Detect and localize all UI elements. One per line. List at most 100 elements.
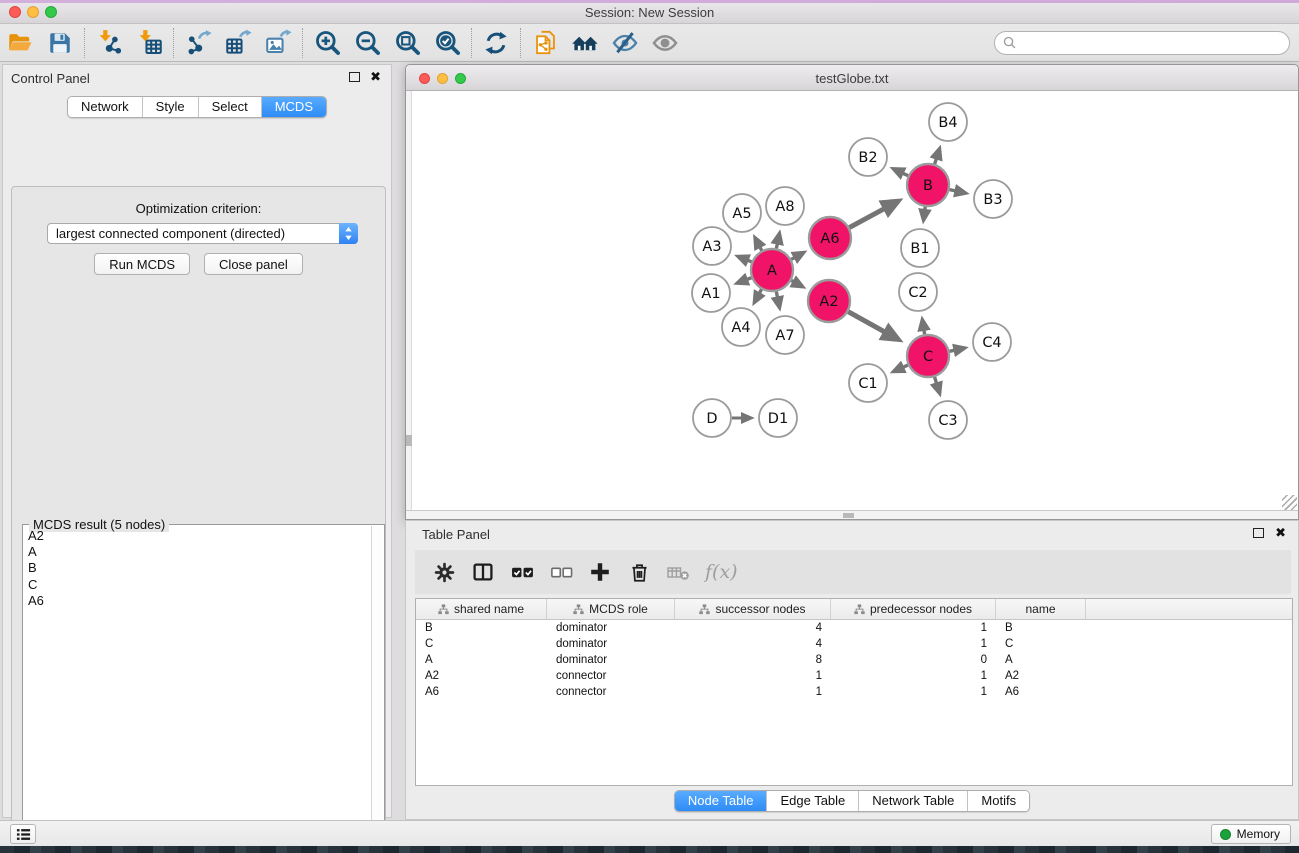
desktop-background-strip bbox=[0, 846, 1299, 853]
edge-B-B3[interactable] bbox=[950, 190, 966, 194]
close-panel-button[interactable]: Close panel bbox=[204, 253, 303, 275]
table-row[interactable]: Cdominator41C bbox=[416, 636, 1292, 652]
table-cell: 4 bbox=[675, 638, 831, 650]
edge-A-A1[interactable] bbox=[737, 278, 751, 283]
edge-A-A6[interactable] bbox=[791, 252, 804, 259]
table-row[interactable]: A2connector11A2 bbox=[416, 668, 1292, 684]
edge-A6-B[interactable] bbox=[849, 201, 898, 227]
mcds-result-item[interactable]: A bbox=[28, 544, 371, 560]
zoom-selected-icon[interactable] bbox=[427, 27, 467, 59]
tab-select[interactable]: Select bbox=[199, 97, 262, 117]
zoom-out-icon[interactable] bbox=[347, 27, 387, 59]
mcds-result-item[interactable]: B bbox=[28, 560, 371, 576]
table-toolbar: f(x) bbox=[415, 550, 1291, 594]
save-session-icon[interactable] bbox=[40, 27, 80, 59]
export-table-icon[interactable] bbox=[218, 27, 258, 59]
table-cell: dominator bbox=[547, 622, 675, 634]
edge-C-C2[interactable] bbox=[922, 320, 924, 335]
edge-B-B1[interactable] bbox=[924, 207, 926, 221]
column-header-predecessor-nodes[interactable]: predecessor nodes bbox=[831, 599, 996, 619]
criterion-dropdown[interactable]: largest connected component (directed) bbox=[47, 223, 358, 244]
edge-A-A7[interactable] bbox=[776, 292, 779, 308]
select-all-icon[interactable] bbox=[510, 560, 534, 584]
node-label-A1: A1 bbox=[701, 286, 720, 302]
divider-thumb[interactable] bbox=[843, 513, 854, 518]
tab-node-table[interactable]: Node Table bbox=[675, 791, 768, 811]
node-label-A2: A2 bbox=[819, 294, 838, 310]
node-label-B1: B1 bbox=[910, 241, 929, 257]
tab-network-table[interactable]: Network Table bbox=[859, 791, 968, 811]
edge-C-C3[interactable] bbox=[935, 377, 940, 393]
memory-label: Memory bbox=[1237, 827, 1280, 841]
close-icon[interactable]: ✖ bbox=[1275, 525, 1286, 541]
network-file-icon[interactable] bbox=[525, 27, 565, 59]
delete-column-icon[interactable] bbox=[627, 560, 651, 584]
edge-A-A5[interactable] bbox=[755, 238, 762, 251]
network-left-divider[interactable] bbox=[406, 91, 412, 510]
table-panel-title: Table Panel bbox=[422, 527, 490, 542]
tab-mcds[interactable]: MCDS bbox=[262, 97, 326, 117]
home-icon[interactable] bbox=[565, 27, 605, 59]
zoom-in-icon[interactable] bbox=[307, 27, 347, 59]
edge-A2-C[interactable] bbox=[848, 312, 898, 340]
edge-A-A8[interactable] bbox=[776, 233, 779, 248]
node-label-D: D bbox=[706, 411, 717, 427]
delete-table-icon[interactable] bbox=[666, 560, 690, 584]
node-label-C: C bbox=[923, 349, 933, 365]
table-row[interactable]: Bdominator41B bbox=[416, 620, 1292, 636]
column-header-successor-nodes[interactable]: successor nodes bbox=[675, 599, 831, 619]
run-mcds-button[interactable]: Run MCDS bbox=[94, 253, 190, 275]
tab-edge-table[interactable]: Edge Table bbox=[767, 791, 859, 811]
table-cell: connector bbox=[547, 686, 675, 698]
table-row[interactable]: Adominator80A bbox=[416, 652, 1292, 668]
edge-A-A2[interactable] bbox=[791, 281, 802, 287]
column-header-MCDS-role[interactable]: MCDS role bbox=[547, 599, 675, 619]
column-view-icon[interactable] bbox=[471, 560, 495, 584]
mcds-result-scrollbar[interactable] bbox=[371, 526, 383, 853]
deselect-all-icon[interactable] bbox=[549, 560, 573, 584]
search-box[interactable] bbox=[994, 31, 1290, 55]
export-network-icon[interactable] bbox=[178, 27, 218, 59]
gear-icon[interactable] bbox=[432, 560, 456, 584]
table-cell: A6 bbox=[416, 686, 547, 698]
float-icon[interactable] bbox=[349, 72, 360, 82]
add-column-icon[interactable] bbox=[588, 560, 612, 584]
mcds-result-item[interactable]: C bbox=[28, 577, 371, 593]
mcds-result-item[interactable]: A2 bbox=[28, 528, 371, 544]
tab-motifs[interactable]: Motifs bbox=[968, 791, 1029, 811]
search-input[interactable] bbox=[1018, 34, 1289, 52]
mcds-result-item[interactable]: A6 bbox=[28, 593, 371, 609]
edge-C-C4[interactable] bbox=[949, 348, 964, 351]
tab-style[interactable]: Style bbox=[143, 97, 199, 117]
export-image-icon[interactable] bbox=[258, 27, 298, 59]
edge-A-A4[interactable] bbox=[754, 289, 761, 302]
show-details-eye-icon[interactable] bbox=[645, 27, 685, 59]
function-builder-icon[interactable]: f(x) bbox=[705, 561, 738, 583]
open-file-icon[interactable] bbox=[0, 27, 40, 59]
hide-details-icon[interactable] bbox=[605, 27, 645, 59]
tab-network[interactable]: Network bbox=[68, 97, 143, 117]
divider-thumb[interactable] bbox=[406, 435, 412, 446]
edge-B-B4[interactable] bbox=[935, 149, 940, 164]
network-canvas-svg[interactable]: B4B2BB3B1A5A8A3A6AA1A2A4A7C2C4CC1C3DD1 bbox=[406, 91, 1298, 510]
tree-sort-icon bbox=[699, 604, 710, 615]
network-bottom-divider[interactable] bbox=[406, 510, 1298, 519]
memory-button[interactable]: Memory bbox=[1211, 824, 1291, 844]
apply-layout-icon[interactable] bbox=[476, 27, 516, 59]
task-history-button[interactable] bbox=[10, 824, 36, 844]
table-cell: dominator bbox=[547, 638, 675, 650]
mcds-result-list[interactable]: A2ABCA6 bbox=[24, 526, 371, 853]
import-table-icon[interactable] bbox=[129, 27, 169, 59]
float-icon[interactable] bbox=[1253, 528, 1264, 538]
zoom-fit-icon[interactable] bbox=[387, 27, 427, 59]
edge-B-B2[interactable] bbox=[893, 169, 908, 176]
import-network-icon[interactable] bbox=[89, 27, 129, 59]
edge-A-A3[interactable] bbox=[738, 256, 752, 261]
column-header-shared-name[interactable]: shared name bbox=[416, 599, 547, 619]
resize-grip-icon[interactable] bbox=[1282, 495, 1297, 510]
table-row[interactable]: A6connector11A6 bbox=[416, 684, 1292, 700]
edge-C-C1[interactable] bbox=[893, 365, 908, 372]
search-icon bbox=[1002, 35, 1018, 51]
close-icon[interactable]: ✖ bbox=[370, 69, 381, 85]
column-header-name[interactable]: name bbox=[996, 599, 1086, 619]
